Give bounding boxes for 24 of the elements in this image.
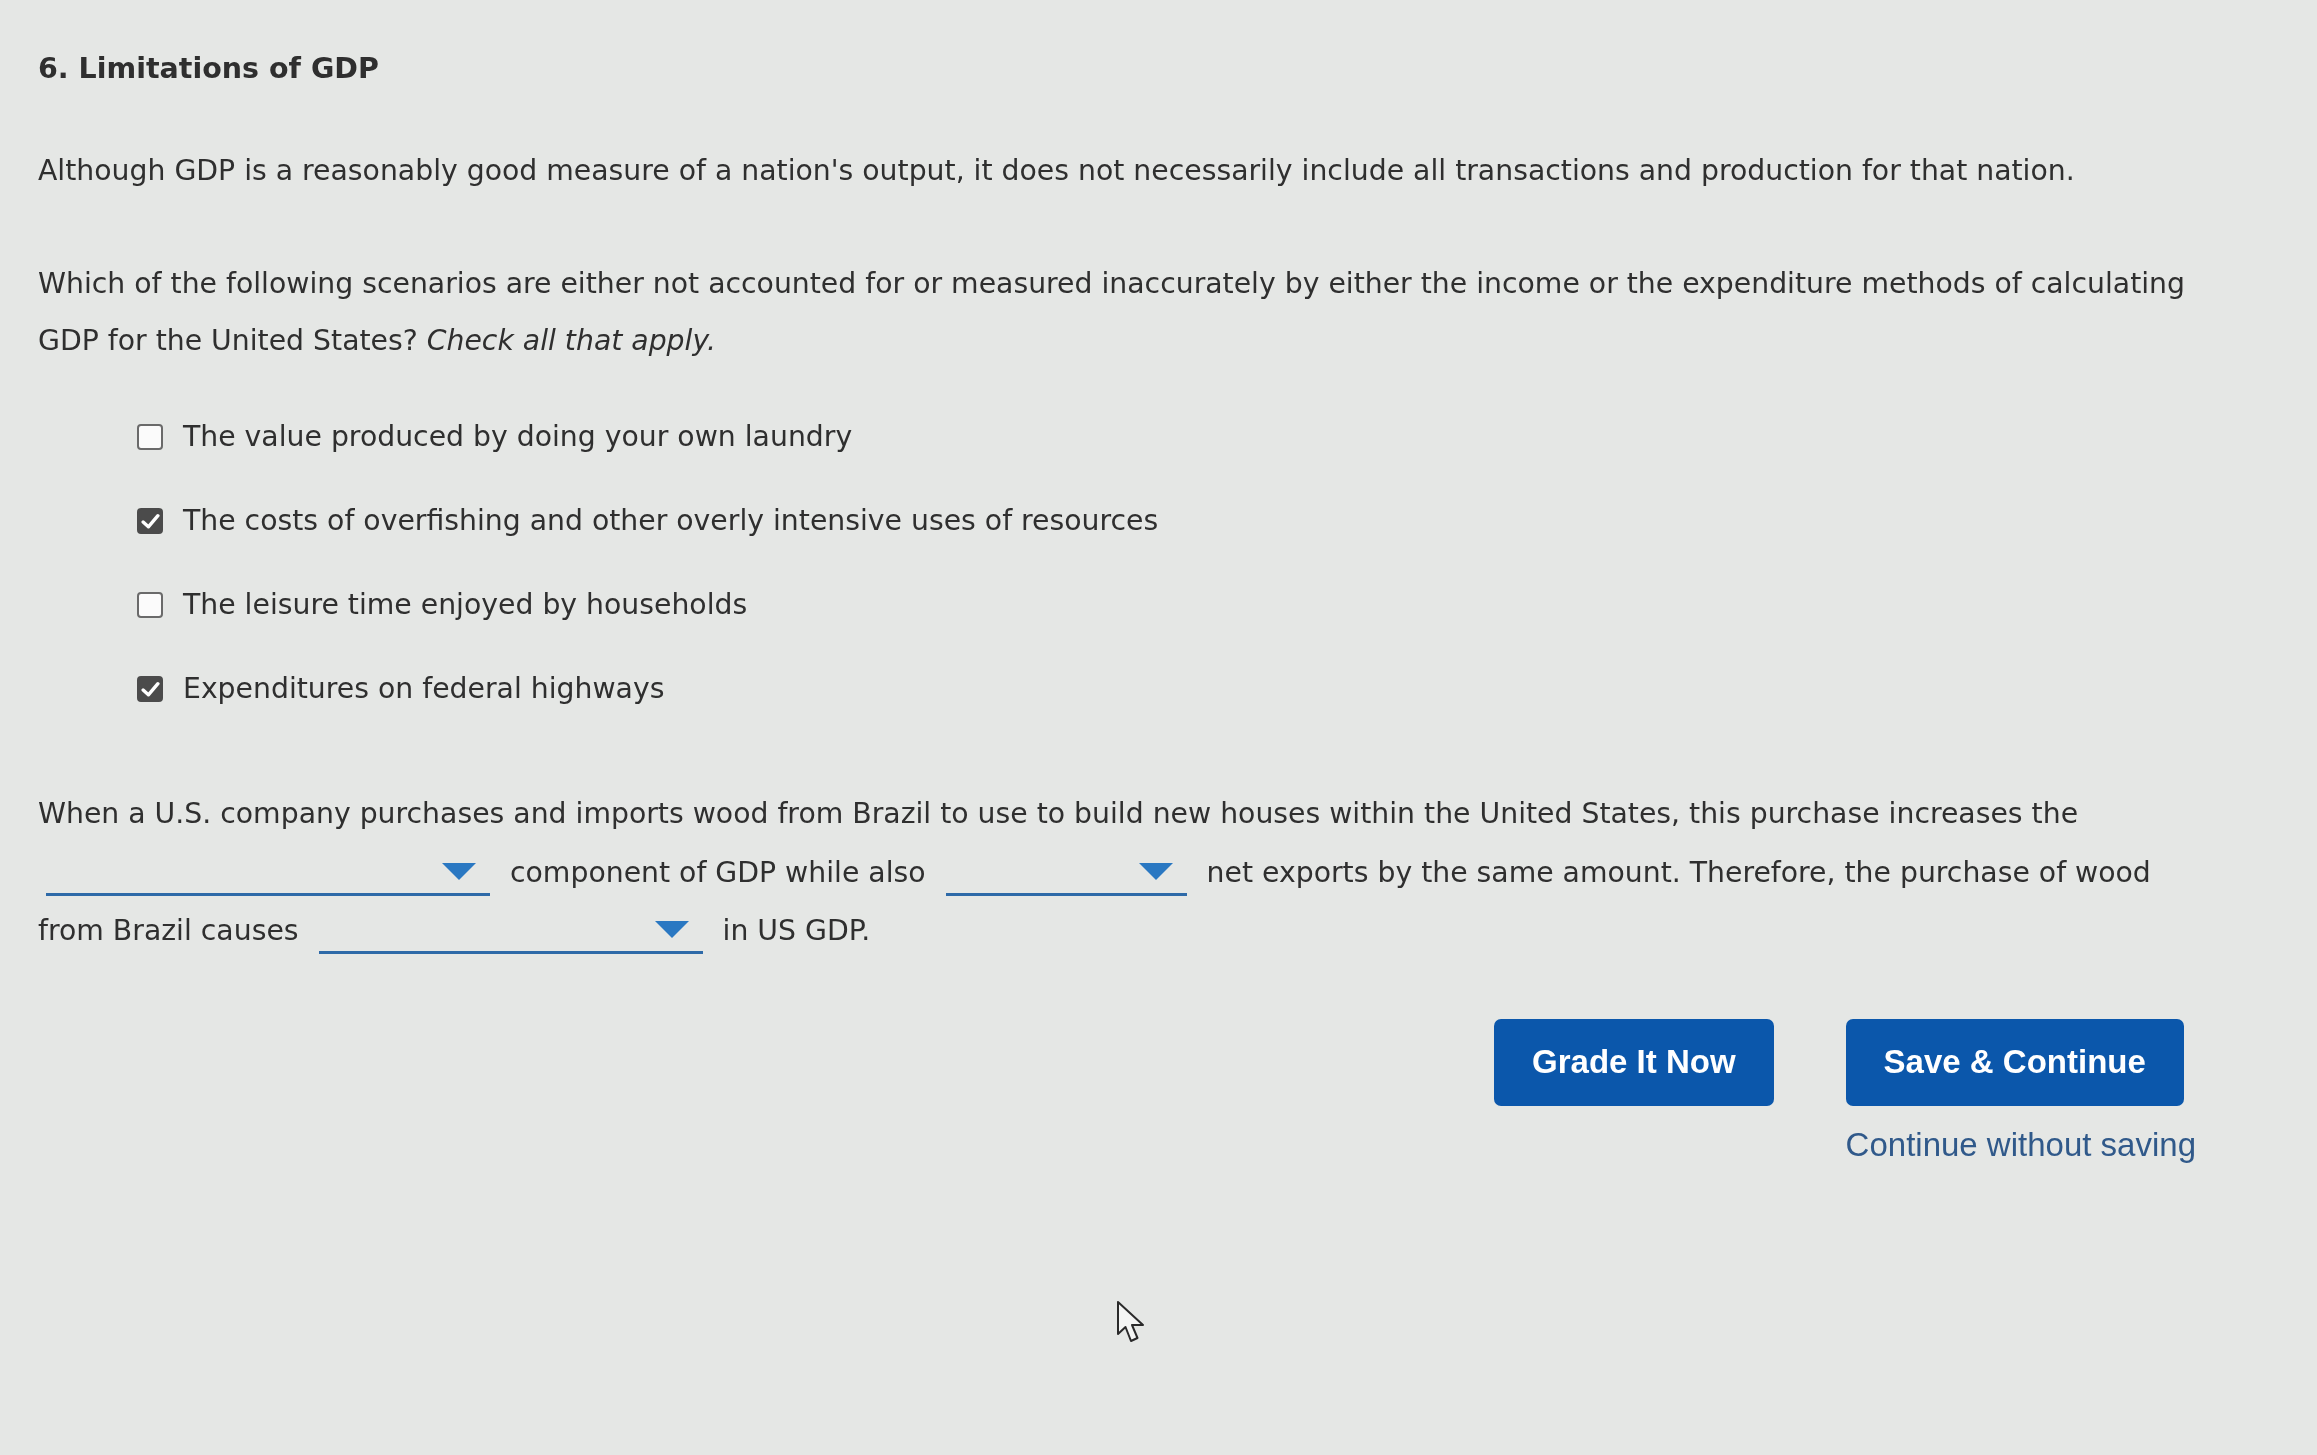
caret-icon [654,921,689,939]
sentence-text: net exports by the same amount. Therefore, the purchase of wood [1206,854,2151,891]
continue-link[interactable]: Continue without saving [1845,1123,2196,1166]
checkbox[interactable] [137,676,163,702]
intro-text: Although GDP is a reasonably good measure of a nation's output, it does not necessarily include all transactions and production for that nation. [38,153,2075,189]
option-label: The leisure time enjoyed by households [183,587,748,623]
checkmark-icon [140,512,160,530]
checkbox[interactable] [137,424,163,450]
sentence-text: component of GDP while also [510,854,926,891]
checkmark-icon [140,680,160,698]
caret-icon [1138,862,1173,880]
question-prompt: Which of the following scenarios are either not accounted for or measured inaccurately by either the income or the expenditure methods of calculating GDP for the United States? Check all that apply. [38,266,2186,359]
action-button[interactable]: Save & Continue [1845,1018,2184,1106]
option-label: The costs of overfishing and other overly intensive uses of resources [183,503,1159,539]
question-title: 6. Limitations of GDP [38,51,379,87]
option-label: Expenditures on federal highways [183,671,665,707]
sentence-text: in US GDP. [722,913,871,950]
caret-icon [442,862,476,880]
option-label: The value produced by doing your own laundry [183,419,853,455]
sentence-text: When a U.S. company purchases and imports wood from Brazil to use to build new houses within the United States, this purchase increases the [38,796,2079,833]
sentence-text: from Brazil causes [38,913,299,950]
action-button[interactable]: Grade It Now [1494,1018,1774,1106]
checkbox[interactable] [137,508,163,534]
checkbox[interactable] [137,592,163,618]
